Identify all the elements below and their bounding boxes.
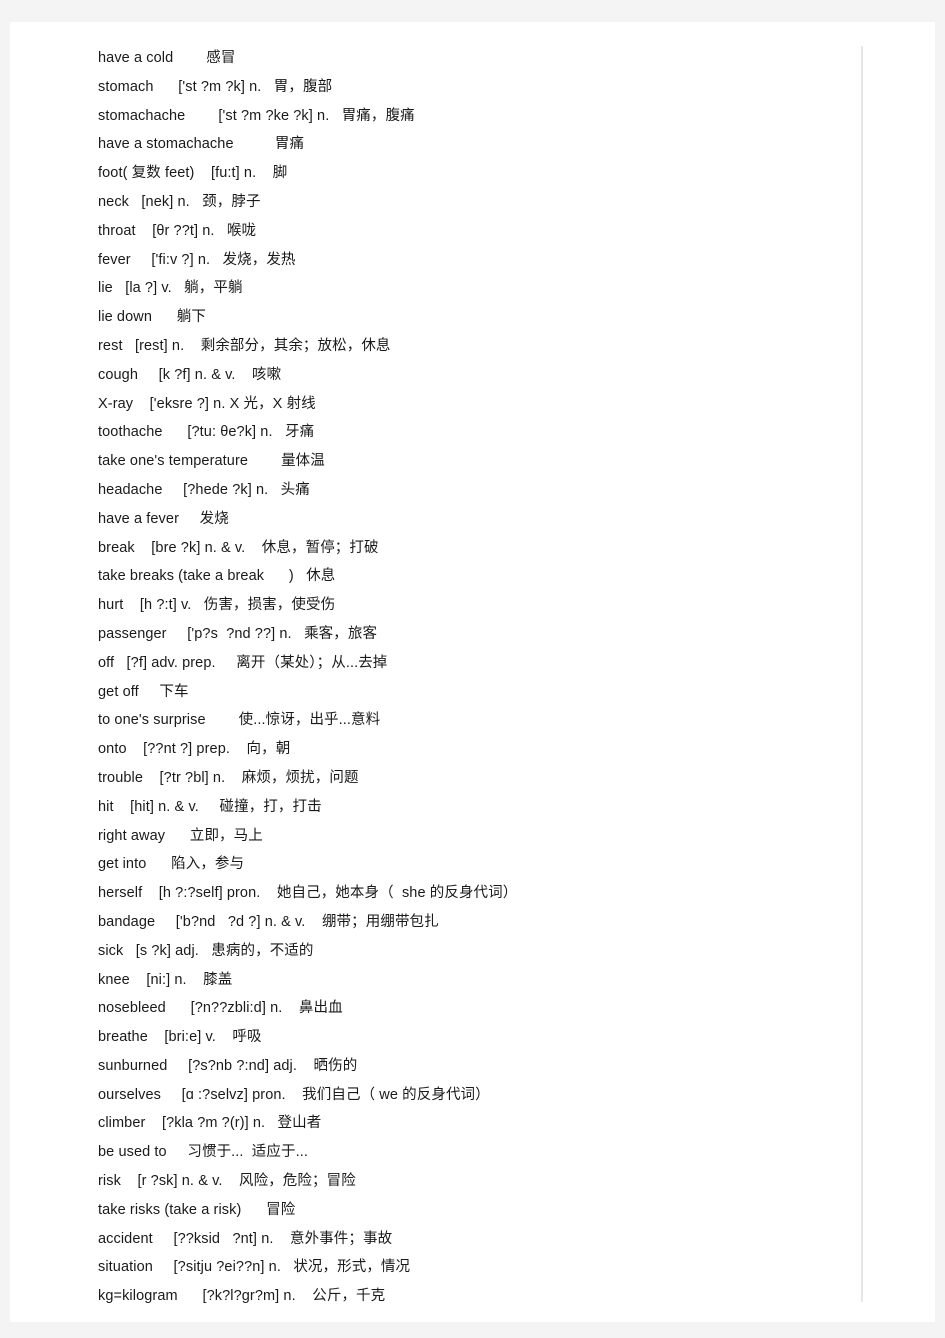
page-top-margin-band (0, 0, 945, 22)
vocabulary-entry: nosebleed [?n??zbli:d] n. 鼻出血 (98, 1000, 343, 1017)
vocabulary-entry: stomach ['st ?m ?k] n. 胃，腹部 (98, 78, 333, 95)
vocabulary-entry: throat [θr ??t] n. 喉咙 (98, 222, 257, 239)
vocabulary-entry: foot( 复数 feet) [fu:t] n. 脚 (98, 165, 288, 182)
vocabulary-entry: kg=kilogram [?k?l?gr?m] n. 公斤，千克 (98, 1288, 386, 1305)
document-page-sheet: have a cold 感冒 stomach ['st ?m ?k] n. 胃，腹… (10, 22, 935, 1322)
vocabulary-entry: stomachache ['st ?m ?ke ?k] n. 胃痛，腹痛 (98, 107, 415, 124)
vocabulary-entry: lie down 躺下 (98, 309, 206, 326)
page-wrapper: have a cold 感冒 stomach ['st ?m ?k] n. 胃，腹… (0, 0, 945, 1338)
vocabulary-entry: bandage ['b?nd ?d ?] n. & v. 绷带；用绷带包扎 (98, 913, 439, 930)
vocabulary-entry: be used to 习惯于... 适应于... (98, 1144, 308, 1161)
vocabulary-entry: passenger ['p?s ?nd ??] n. 乘客，旅客 (98, 625, 378, 642)
vocabulary-entry: get off 下车 (98, 683, 189, 700)
vocabulary-entry: have a fever 发烧 (98, 510, 229, 527)
vocabulary-entry: knee [ni:] n. 膝盖 (98, 971, 233, 988)
vocabulary-entry: herself [h ?:?self] pron. 她自己，她本身（ she 的… (98, 885, 518, 902)
vocabulary-entry: hit [hit] n. & v. 碰撞，打，打击 (98, 798, 322, 815)
vocabulary-entry: headache [?hede ?k] n. 头痛 (98, 481, 310, 498)
vocabulary-entry: take breaks (take a break ) 休息 (98, 568, 336, 585)
vocabulary-entry: sick [s ?k] adj. 患病的，不适的 (98, 942, 314, 959)
vocabulary-entry: hurt [h ?:t] v. 伤害，损害，使受伤 (98, 597, 336, 614)
right-margin-rule (861, 46, 863, 1302)
vocabulary-entry: take one's temperature 量体温 (98, 453, 325, 470)
vocabulary-entry: get into 陷入，参与 (98, 856, 245, 873)
vocabulary-entry: to one's surprise 使...惊讶，出乎...意料 (98, 712, 381, 729)
vocabulary-entry: rest [rest] n. 剩余部分，其余；放松，休息 (98, 337, 391, 354)
vocabulary-entry: climber [?kla ?m ?(r)] n. 登山者 (98, 1115, 322, 1132)
vocabulary-entry: breathe [bri:e] v. 呼吸 (98, 1029, 262, 1046)
vocabulary-entry: X-ray ['eksre ?] n. X 光，X 射线 (98, 395, 316, 412)
vocabulary-entry: right away 立即，马上 (98, 827, 263, 844)
vocabulary-entry: fever ['fi:v ?] n. 发烧，发热 (98, 251, 296, 268)
vocabulary-entry: break [bre ?k] n. & v. 休息，暂停；打破 (98, 539, 379, 556)
vocabulary-entry: have a stomachache 胃痛 (98, 136, 305, 153)
vocabulary-entry: ourselves [ɑ :?selvz] pron. 我们自己（ we 的反身… (98, 1086, 490, 1103)
vocabulary-entry: sunburned [?s?nb ?:nd] adj. 晒伤的 (98, 1057, 358, 1074)
vocabulary-entry: neck [nek] n. 颈，脖子 (98, 193, 261, 210)
vocabulary-entry: have a cold 感冒 (98, 50, 236, 66)
vocabulary-entry: accident [??ksid ?nt] n. 意外事件；事故 (98, 1230, 393, 1247)
vocabulary-entry: onto [??nt ?] prep. 向，朝 (98, 741, 291, 758)
vocabulary-entry: off [?f] adv. prep. 离开（某处）；从...去掉 (98, 654, 388, 671)
vocabulary-entry: take risks (take a risk) 冒险 (98, 1201, 296, 1218)
vocabulary-entry: situation [?sitju ?ei??n] n. 状况，形式，情况 (98, 1259, 411, 1276)
vocabulary-entry: toothache [?tu: θe?k] n. 牙痛 (98, 424, 315, 441)
vocabulary-entry-list: have a cold 感冒 stomach ['st ?m ?k] n. 胃，腹… (98, 44, 858, 1311)
vocabulary-entry: trouble [?tr ?bl] n. 麻烦，烦扰，问题 (98, 769, 359, 786)
vocabulary-entry: lie [la ?] v. 躺，平躺 (98, 280, 243, 297)
vocabulary-entry: risk [r ?sk] n. & v. 风险，危险；冒险 (98, 1173, 356, 1190)
vocabulary-entry: cough [k ?f] n. & v. 咳嗽 (98, 366, 282, 383)
